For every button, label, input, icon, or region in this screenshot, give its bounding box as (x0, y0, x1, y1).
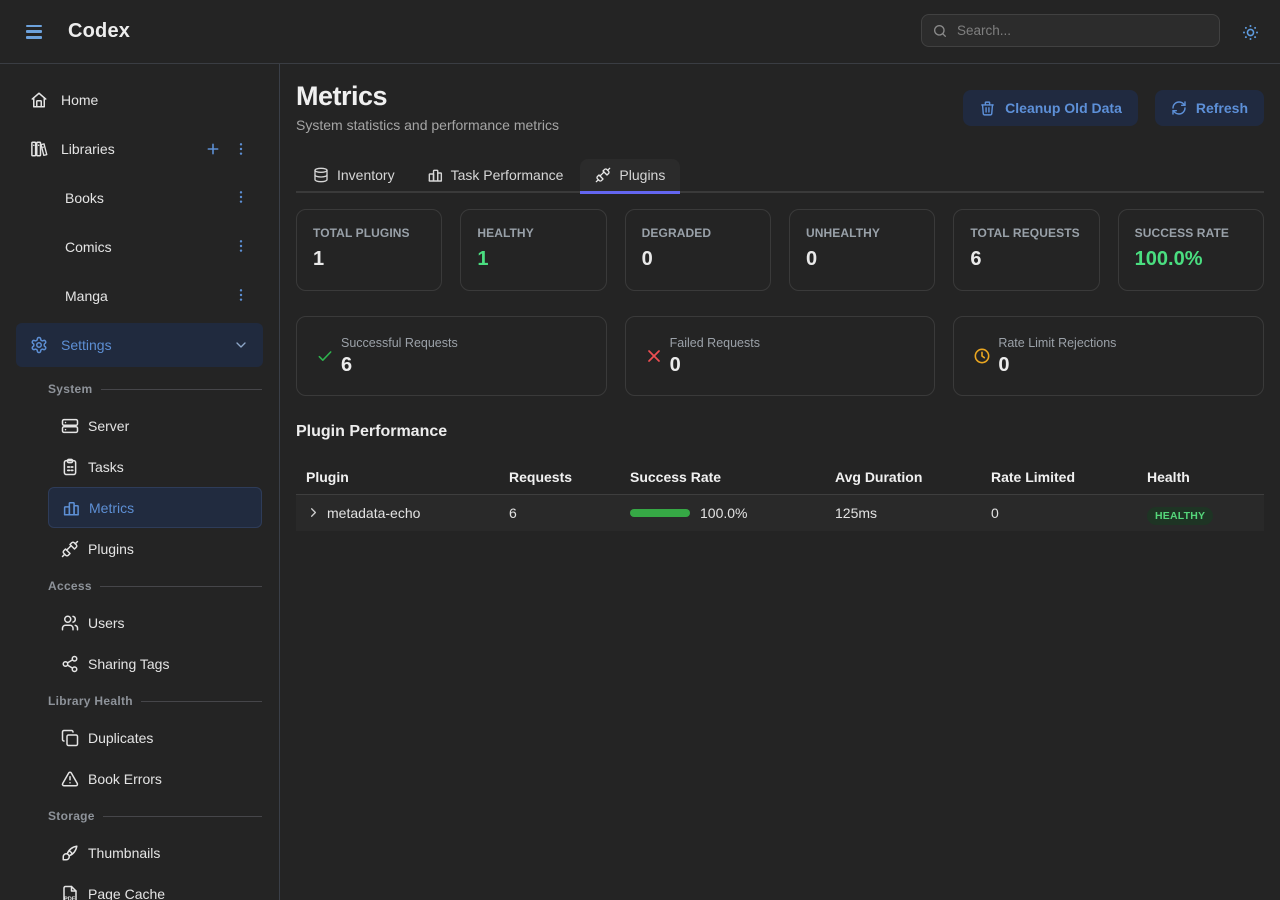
svg-text:PDF: PDF (64, 896, 76, 900)
